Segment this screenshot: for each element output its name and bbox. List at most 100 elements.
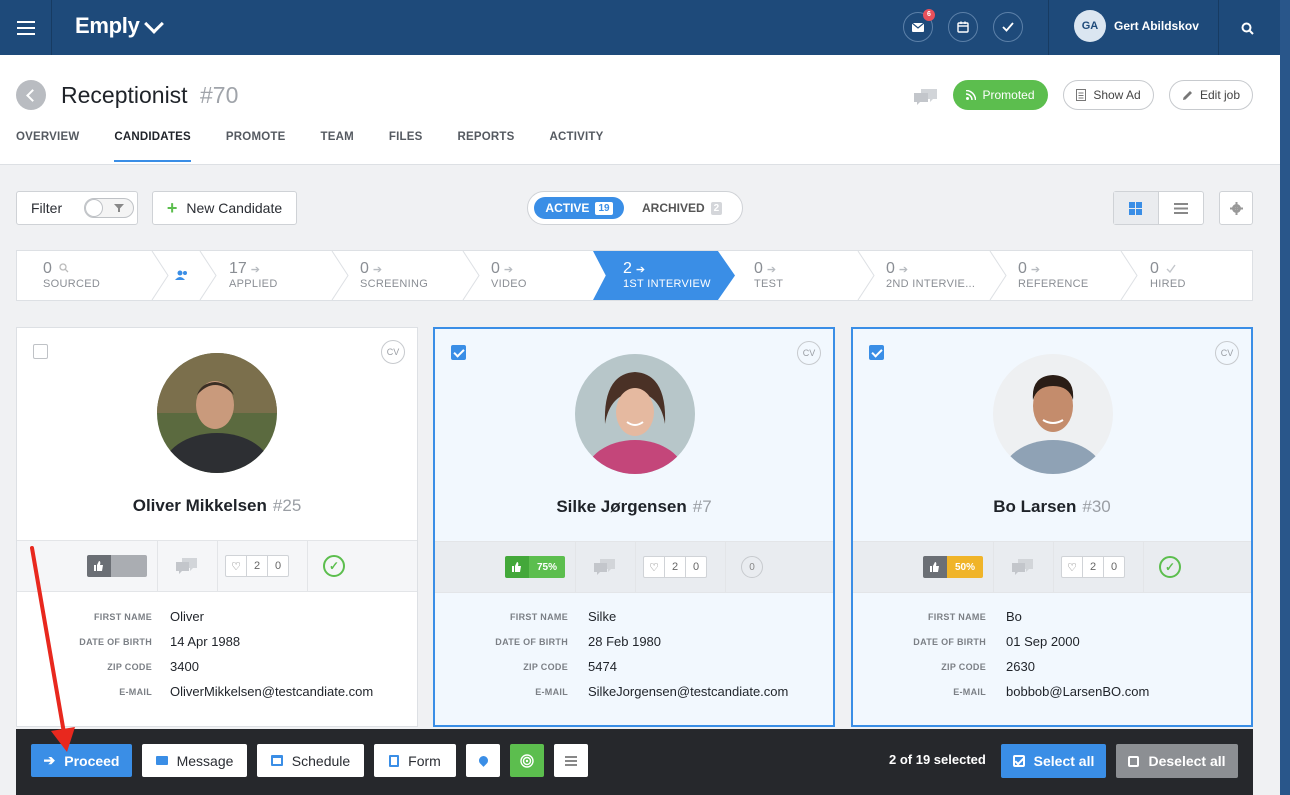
more-actions-button[interactable] <box>554 744 588 777</box>
main-menu-button[interactable] <box>0 0 52 55</box>
stage-1st-interview[interactable]: 2 ➔ 1ST INTERVIEW <box>593 251 735 300</box>
messages-button[interactable]: 6 <box>903 9 935 42</box>
deselect-all-button[interactable]: Deselect all <box>1116 744 1238 778</box>
new-candidate-button[interactable]: + New Candidate <box>152 191 297 225</box>
tab-overview[interactable]: OVERVIEW <box>16 131 79 162</box>
comments-icon[interactable] <box>1011 557 1035 577</box>
field-value: 5474 <box>588 659 617 674</box>
candidate-checkbox[interactable] <box>33 344 48 359</box>
field-value: Oliver <box>170 609 204 624</box>
user-name[interactable]: Gert Abildskov <box>1114 19 1199 33</box>
comments-icon[interactable] <box>175 556 199 576</box>
comments-icon[interactable] <box>913 87 939 107</box>
tab-team[interactable]: TEAM <box>320 131 353 162</box>
tab-reports[interactable]: REPORTS <box>457 131 514 162</box>
cv-button[interactable]: CV <box>381 340 405 364</box>
favorites-counter[interactable]: ♡ 2 0 <box>643 556 707 578</box>
stage-label: APPLIED <box>229 278 278 290</box>
message-label: Message <box>176 752 234 769</box>
favorites-counter[interactable]: ♡ 2 0 <box>225 555 289 577</box>
stage-sourced[interactable]: 0 SOURCED <box>17 251 152 300</box>
list-view-button[interactable] <box>1159 192 1204 224</box>
favorites-counter[interactable]: ♡ 2 0 <box>1061 556 1125 578</box>
message-button[interactable]: Message <box>142 744 247 777</box>
stage-reference[interactable]: 0 ➔ REFERENCE <box>992 251 1123 300</box>
field-zip-code: ZIP CODE 5474 <box>435 659 833 677</box>
back-button[interactable] <box>16 80 46 110</box>
archived-filter-button[interactable]: ARCHIVED 2 <box>642 197 723 219</box>
cv-button[interactable]: CV <box>1215 341 1239 365</box>
tab-files[interactable]: FILES <box>389 131 423 162</box>
brand-logo[interactable]: Emply <box>75 13 164 39</box>
user-avatar[interactable]: GA <box>1074 10 1106 42</box>
stage-video[interactable]: 0 ➔ VIDEO <box>465 251 596 300</box>
stage-label: SCREENING <box>360 278 429 290</box>
stage-applied[interactable]: 17 ➔ APPLIED <box>203 251 334 300</box>
field-label: FIRST NAME <box>94 612 152 622</box>
field-value: 14 Apr 1988 <box>170 634 241 649</box>
candidate-checkbox[interactable] <box>451 345 466 360</box>
top-navigation-bar: Emply 6 GA Gert Abildskov <box>0 0 1280 55</box>
field-date-of-birth: DATE OF BIRTH 01 Sep 2000 <box>853 634 1251 652</box>
stage-2nd-interview[interactable]: 0 ➔ 2ND INTERVIE... <box>860 251 991 300</box>
search-icon <box>1241 22 1254 35</box>
candidate-name: Oliver Mikkelsen #25 <box>17 496 417 516</box>
field-value: 2630 <box>1006 659 1035 674</box>
filter-button[interactable]: Filter <box>16 191 138 225</box>
window-edge <box>1280 0 1290 795</box>
approved-check-icon[interactable]: ✓ <box>1159 556 1181 578</box>
stage-count: 0 <box>754 260 763 277</box>
tab-candidates[interactable]: CANDIDATES <box>114 131 191 162</box>
calendar-button[interactable] <box>948 12 978 42</box>
proceed-button[interactable]: ➔ Proceed <box>31 744 132 777</box>
dislikes-count: 0 <box>1110 561 1118 573</box>
status-indicator[interactable]: 0 <box>741 556 763 578</box>
archived-count-badge: 2 <box>710 201 723 215</box>
field-label: DATE OF BIRTH <box>79 637 152 647</box>
promoted-label: Promoted <box>982 88 1035 102</box>
cv-button[interactable]: CV <box>797 341 821 365</box>
active-label: ACTIVE <box>545 201 590 215</box>
approved-check-icon[interactable]: ✓ <box>323 555 345 577</box>
filter-toggle[interactable] <box>84 198 134 218</box>
candidate-card[interactable]: CV Silke Jørgensen #7 75% ♡ 2 0 0 FIRST N… <box>433 327 835 727</box>
settings-button[interactable] <box>1219 191 1253 225</box>
rating-score[interactable] <box>87 555 147 577</box>
grid-view-button[interactable] <box>1114 192 1159 224</box>
active-filter-button[interactable]: ACTIVE 19 <box>534 197 624 219</box>
show-ad-button[interactable]: Show Ad <box>1063 80 1154 110</box>
brand-name: Emply <box>75 13 140 38</box>
candidate-card[interactable]: CV Oliver Mikkelsen #25 ♡ 2 0 ✓ FIRST NAM… <box>16 327 418 727</box>
schedule-button[interactable]: Schedule <box>257 744 364 777</box>
field-value: Silke <box>588 609 617 624</box>
search-button[interactable] <box>1232 13 1262 43</box>
assessment-button[interactable] <box>510 744 544 777</box>
stage-hired[interactable]: 0 HIRED <box>1124 251 1252 300</box>
divider <box>635 542 636 592</box>
edit-job-button[interactable]: Edit job <box>1169 80 1253 110</box>
tasks-button[interactable] <box>993 12 1023 42</box>
archived-label: ARCHIVED <box>642 201 705 215</box>
funnel-icon <box>114 204 124 212</box>
stage-screening[interactable]: 0 ➔ SCREENING <box>334 251 465 300</box>
talent-pool-button[interactable] <box>170 251 200 300</box>
candidate-checkbox[interactable] <box>869 345 884 360</box>
stage-test[interactable]: 0 ➔ TEST <box>728 251 859 300</box>
tab-promote[interactable]: PROMOTE <box>226 131 286 162</box>
select-all-button[interactable]: Select all <box>1001 744 1106 778</box>
field-zip-code: ZIP CODE 2630 <box>853 659 1251 677</box>
notification-badge: 6 <box>923 9 935 21</box>
comments-icon[interactable] <box>593 557 617 577</box>
field-value: bobbob@LarsenBO.com <box>1006 684 1150 699</box>
field-label: DATE OF BIRTH <box>913 637 986 647</box>
users-icon <box>175 270 187 280</box>
rating-score[interactable]: 75% <box>505 556 565 578</box>
likes-count: 2 <box>665 557 686 577</box>
selection-count: 2 of 19 selected <box>889 752 986 767</box>
candidate-card[interactable]: CV Bo Larsen #30 50% ♡ 2 0 ✓ FIRST NAME Bo… <box>851 327 1253 727</box>
promoted-button[interactable]: Promoted <box>953 80 1048 110</box>
tab-activity[interactable]: ACTIVITY <box>549 131 603 162</box>
location-button[interactable] <box>466 744 500 777</box>
rating-score[interactable]: 50% <box>923 556 983 578</box>
form-button[interactable]: Form <box>374 744 456 777</box>
